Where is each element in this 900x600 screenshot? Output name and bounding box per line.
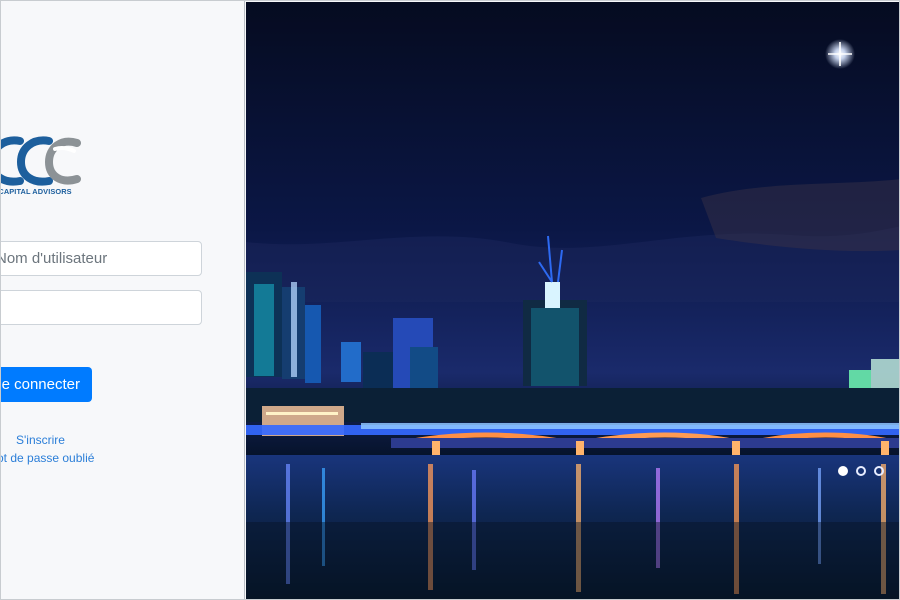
signup-link[interactable]: S'inscrire (16, 433, 65, 447)
password-input[interactable] (1, 290, 202, 325)
login-panel: STIR CAPITAL ADVISORS Se connecter S'ins… (1, 1, 245, 599)
carousel-indicators (838, 466, 886, 478)
company-name: STIR CAPITAL ADVISORS (1, 187, 72, 196)
company-logo: STIR CAPITAL ADVISORS (1, 133, 91, 199)
username-input[interactable] (1, 241, 202, 276)
carousel-dot-icon[interactable] (838, 466, 848, 476)
city-skyline-image (246, 2, 899, 599)
login-page: STIR CAPITAL ADVISORS Se connecter S'ins… (0, 0, 900, 600)
forgot-password-link[interactable]: Mot de passe oublié (1, 451, 94, 465)
acc-logo-icon (1, 136, 81, 186)
background-carousel[interactable] (246, 2, 899, 599)
carousel-dot-icon[interactable] (874, 466, 884, 476)
carousel-dot-icon[interactable] (856, 466, 866, 476)
login-button[interactable]: Se connecter (1, 367, 92, 402)
